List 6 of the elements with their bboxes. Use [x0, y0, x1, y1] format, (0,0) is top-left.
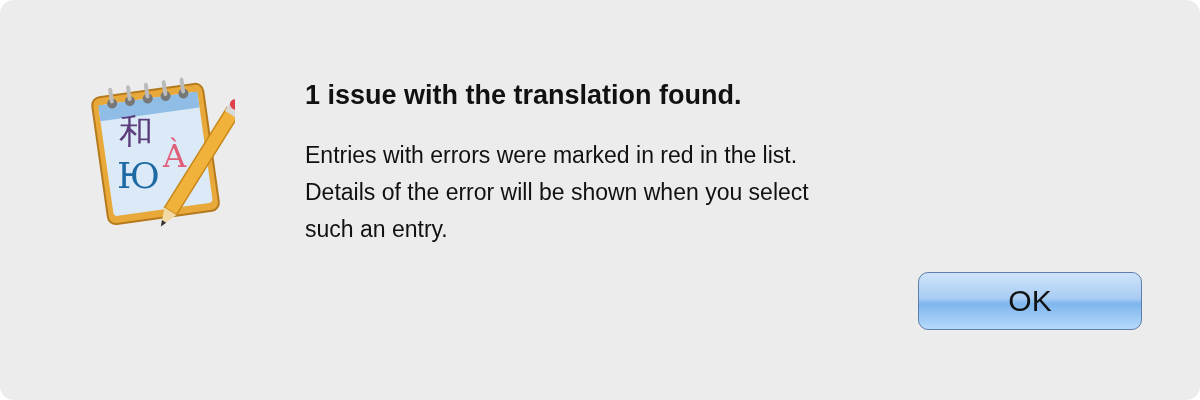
- icon-letter: 和: [119, 114, 153, 148]
- ok-button[interactable]: OK: [918, 272, 1142, 330]
- icon-letter: Ю: [117, 158, 160, 194]
- pencil-icon: [160, 97, 235, 227]
- dialog-title: 1 issue with the translation found.: [305, 80, 743, 111]
- dialog-message: Entries with errors were marked in red in the list. Details of the error will be shown when you select such an entry.: [305, 141, 810, 244]
